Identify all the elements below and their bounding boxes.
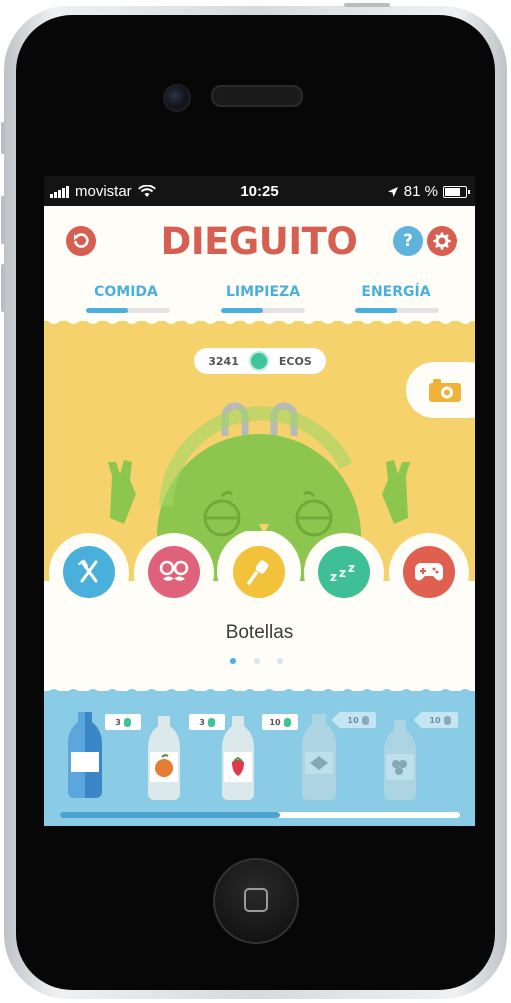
coin-icon (443, 715, 451, 725)
zzz-icon: z z z (330, 561, 355, 584)
ecos-balance: 3241 ECOS (194, 348, 326, 374)
ecos-label: ECOS (278, 354, 312, 368)
scallop-edge-top (44, 316, 475, 324)
tab-comida[interactable]: COMIDA (71, 284, 181, 300)
camera-button[interactable] (406, 362, 475, 418)
page-dot-3[interactable] (277, 658, 283, 664)
price-value: 10 (269, 717, 281, 727)
page-dot-2[interactable] (254, 658, 260, 664)
battery-group: 81 % (387, 183, 470, 200)
power-button (344, 3, 390, 7)
front-camera (163, 84, 191, 112)
volume-down-button (1, 264, 5, 312)
price-tag-3: 10 (262, 714, 298, 730)
ecos-amount: 3241 (208, 354, 239, 368)
inventory-scrollbar[interactable] (60, 812, 460, 818)
help-button[interactable]: ? (393, 226, 423, 256)
bottle-item-3[interactable] (222, 716, 254, 800)
price-value: 3 (115, 717, 121, 727)
battery-icon (443, 185, 470, 198)
disguise-button[interactable] (148, 546, 200, 598)
price-value: 10 (429, 715, 441, 725)
coin-icon (248, 351, 269, 371)
gamepad-icon (415, 563, 443, 581)
page-dot-1[interactable] (230, 658, 236, 664)
games-button[interactable] (403, 546, 455, 598)
status-bar: movistar 10:25 81 % (44, 176, 475, 206)
home-square-icon (244, 888, 268, 912)
gear-icon (433, 232, 451, 250)
bottle-item-5[interactable] (384, 720, 416, 800)
energia-progress-bar (355, 308, 439, 313)
comida-progress-bar (86, 308, 170, 313)
bottle-item-1[interactable] (68, 712, 102, 798)
scrollbar-thumb[interactable] (60, 812, 280, 818)
tab-limpieza[interactable]: LIMPIEZA (208, 284, 318, 300)
app-screen: movistar 10:25 81 % DIEGUITO ? COMIDA LI… (44, 176, 475, 826)
tab-energia[interactable]: ENERGÍA (341, 284, 451, 300)
orange-fruit-icon (155, 759, 173, 777)
volume-up-button (1, 196, 5, 244)
camera-icon (429, 379, 461, 402)
price-value: 10 (347, 715, 359, 725)
price-tag-5: 10 (422, 712, 458, 728)
page-title: DIEGUITO (160, 220, 358, 263)
svg-text:z: z (339, 566, 346, 580)
settings-button[interactable] (427, 226, 457, 256)
fork-knife-icon (78, 559, 98, 583)
limpieza-progress-bar (221, 308, 305, 313)
mute-switch (1, 122, 5, 154)
scallop-edge-bottom (44, 681, 475, 697)
svg-text:z: z (330, 570, 337, 584)
coin-icon (123, 717, 131, 727)
selected-category-label: Botellas (225, 622, 294, 643)
cleaning-button[interactable] (233, 546, 285, 598)
back-arrow-icon (74, 233, 89, 248)
coin-icon (207, 717, 215, 727)
right-arm (382, 460, 410, 524)
svg-text:z: z (348, 561, 355, 575)
app-header: DIEGUITO ? (44, 206, 475, 278)
price-tag-2: 3 (189, 714, 225, 730)
sleep-button[interactable]: z z z (318, 546, 370, 598)
price-value: 3 (199, 717, 205, 727)
battery-percent: 81 % (403, 183, 438, 200)
coin-icon (283, 717, 291, 727)
left-arm (108, 460, 136, 524)
home-button[interactable] (213, 858, 299, 944)
bottle-item-4[interactable] (302, 714, 336, 800)
bottle-item-2[interactable] (148, 716, 180, 800)
back-button[interactable] (66, 226, 96, 256)
glasses-mustache-icon (159, 560, 189, 581)
location-arrow-icon (387, 186, 398, 197)
food-button[interactable] (63, 546, 115, 598)
earpiece-speaker (211, 85, 303, 107)
coin-icon (361, 715, 369, 725)
brush-icon (247, 560, 269, 585)
price-tag-1: 3 (105, 714, 141, 730)
price-tag-4: 10 (340, 712, 376, 728)
blank-label-icon (71, 752, 99, 772)
